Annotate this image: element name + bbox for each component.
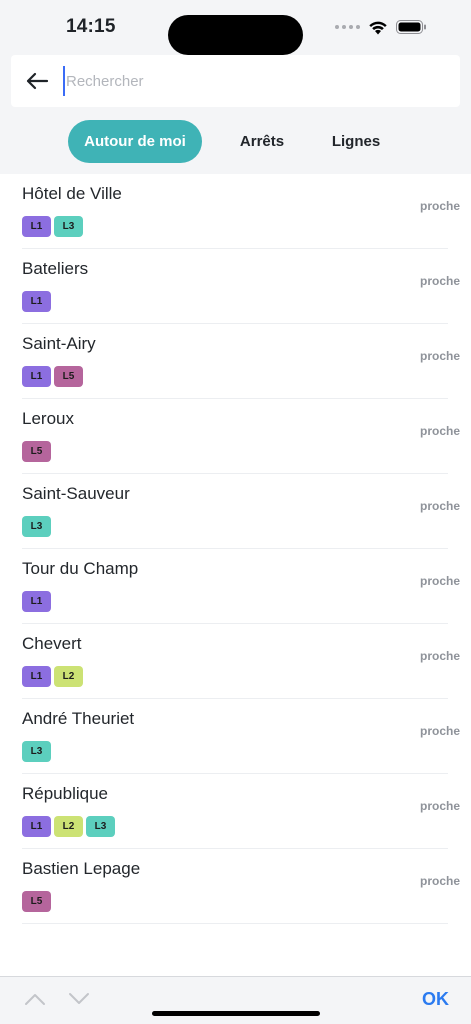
- line-badge: L5: [54, 366, 83, 387]
- line-badge: L5: [22, 441, 51, 462]
- tab-autour-de-moi[interactable]: Autour de moi: [68, 120, 202, 163]
- field-navigation: [24, 992, 90, 1006]
- stop-list: Hôtel de Ville L1 L3 proche Bateliers L1 proch…: [0, 174, 471, 976]
- home-indicator: [152, 1011, 320, 1016]
- distance-label: proche: [419, 874, 460, 888]
- distance-label: proche: [419, 799, 460, 813]
- line-badge: L2: [54, 816, 83, 837]
- back-button[interactable]: [11, 55, 63, 107]
- arrow-left-icon: [26, 72, 49, 90]
- line-badges: L5: [22, 891, 51, 912]
- battery-icon: [396, 20, 426, 34]
- stop-row[interactable]: Tour du Champ L1 proche: [22, 549, 460, 624]
- signal-icon: [335, 25, 360, 29]
- distance-label: proche: [419, 199, 460, 213]
- distance-label: proche: [419, 649, 460, 663]
- ok-button[interactable]: OK: [422, 989, 449, 1010]
- line-badge: L1: [22, 666, 51, 687]
- stop-row[interactable]: Chevert L1 L2 proche: [22, 624, 460, 699]
- stop-row[interactable]: Hôtel de Ville L1 L3 proche: [22, 174, 460, 249]
- line-badges: L5: [22, 441, 51, 462]
- status-time: 14:15: [66, 16, 116, 37]
- line-badge: L2: [54, 666, 83, 687]
- distance-label: proche: [419, 724, 460, 738]
- line-badges: L1 L3: [22, 216, 83, 237]
- line-badge: L3: [22, 516, 51, 537]
- line-badges: L1 L2 L3: [22, 816, 115, 837]
- stop-name: Tour du Champ: [22, 559, 139, 578]
- line-badges: L3: [22, 741, 51, 762]
- line-badges: L1: [22, 291, 51, 312]
- line-badges: L3: [22, 516, 51, 537]
- chevron-down-icon[interactable]: [68, 992, 90, 1006]
- line-badge: L1: [22, 216, 51, 237]
- line-badges: L1 L2: [22, 666, 83, 687]
- stop-row[interactable]: Bateliers L1 proche: [22, 249, 460, 324]
- line-badge: L5: [22, 891, 51, 912]
- line-badge: L3: [54, 216, 83, 237]
- stop-row[interactable]: André Theuriet L3 proche: [22, 699, 460, 774]
- tab-lignes[interactable]: Lignes: [322, 120, 390, 163]
- stop-name: André Theuriet: [22, 709, 135, 728]
- stop-name: Bateliers: [22, 259, 89, 278]
- line-badges: L1: [22, 591, 51, 612]
- line-badge: L1: [22, 591, 51, 612]
- keyboard-toolbar: OK: [0, 976, 471, 1024]
- wifi-icon: [369, 21, 387, 34]
- stop-name: Saint-Airy: [22, 334, 96, 353]
- stop-name: République: [22, 784, 109, 803]
- line-badge: L1: [22, 366, 51, 387]
- stop-row[interactable]: Saint-Airy L1 L5 proche: [22, 324, 460, 399]
- distance-label: proche: [419, 499, 460, 513]
- line-badge: L3: [86, 816, 115, 837]
- distance-label: proche: [419, 274, 460, 288]
- distance-label: proche: [419, 424, 460, 438]
- stop-name: Bastien Lepage: [22, 859, 141, 878]
- stop-name: Chevert: [22, 634, 82, 653]
- stop-row[interactable]: Leroux L5 proche: [22, 399, 460, 474]
- line-badges: L1 L5: [22, 366, 83, 387]
- distance-label: proche: [419, 349, 460, 363]
- line-badge: L1: [22, 291, 51, 312]
- status-icons: [335, 20, 427, 35]
- search-bar: [11, 55, 460, 107]
- line-badge: L3: [22, 741, 51, 762]
- stop-row[interactable]: République L1 L2 L3 proche: [22, 774, 460, 849]
- stop-name: Saint-Sauveur: [22, 484, 130, 503]
- stop-row[interactable]: Saint-Sauveur L3 proche: [22, 474, 460, 549]
- line-badge: L1: [22, 816, 51, 837]
- stop-name: Hôtel de Ville: [22, 184, 122, 203]
- dynamic-island: [168, 15, 303, 55]
- distance-label: proche: [419, 574, 460, 588]
- tab-bar: Autour de moi Arrêts Lignes: [68, 120, 390, 163]
- tab-arrets[interactable]: Arrêts: [202, 120, 322, 163]
- stop-name: Leroux: [22, 409, 74, 428]
- chevron-up-icon[interactable]: [24, 992, 46, 1006]
- stop-row[interactable]: Bastien Lepage L5 proche: [22, 849, 460, 924]
- search-input[interactable]: [63, 66, 423, 96]
